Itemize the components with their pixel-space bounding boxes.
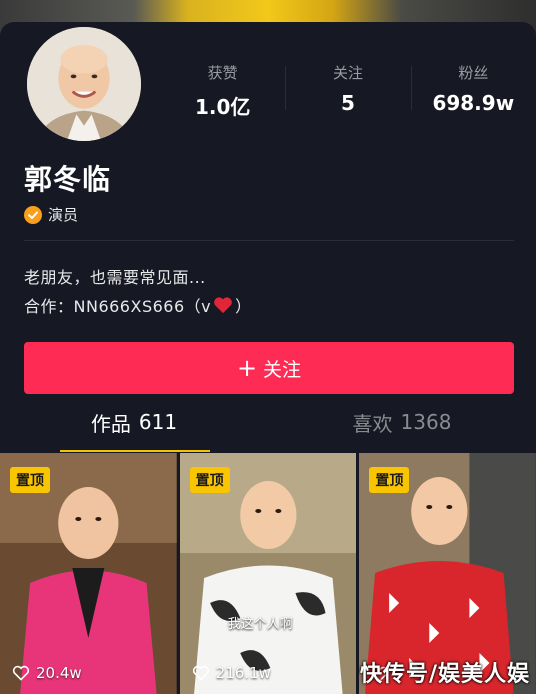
watermark: 快传号/娱美人娱 [359,662,530,687]
plus-icon: + [236,354,258,382]
profile-name: 郭冬临 [24,163,112,196]
tab-label: 喜欢 [352,411,393,436]
tab-count: 611 [138,410,178,434]
tab-indicator [60,450,210,452]
likes-count: 216.1w [215,664,271,682]
collab-text: 合作：NN666XS666（v [24,297,212,316]
tab-works[interactable]: 作品 611 [0,394,268,450]
stat-followers[interactable]: 粉丝 698.9w [410,60,536,124]
pinned-badge: 置顶 [189,467,230,493]
heart-outline-icon [12,665,30,681]
avatar[interactable] [24,24,144,144]
pinned-badge: 置顶 [369,467,410,493]
stat-value: 698.9w [432,91,515,115]
profile-collab: 合作：NN666XS666（v ） [24,293,252,317]
video-thumbnail[interactable]: 置顶 我这个人啊 216.1w [179,453,357,694]
avatar-image [27,27,141,141]
verification-badge: 演员 [24,204,78,225]
tab-label: 作品 [90,411,131,436]
verified-check-icon [24,205,42,224]
tab-count: 1368 [400,410,452,434]
follow-button[interactable]: + 关注 [24,342,514,394]
stats-bar: 获赞 1.0亿 关注 5 粉丝 698.9w [160,60,536,124]
stat-label: 关注 [332,64,363,82]
video-likes: 216.1w [192,664,271,682]
stat-value: 5 [341,91,355,115]
verification-label: 演员 [48,206,79,224]
heart-emoji-icon [214,297,232,314]
stat-likes[interactable]: 获赞 1.0亿 [160,60,285,124]
video-caption: 我这个人啊 [227,617,293,632]
follow-button-label: 关注 [263,358,302,381]
stat-following[interactable]: 关注 5 [285,60,410,124]
content-tabs: 作品 611 喜欢 1368 [0,394,536,450]
stat-value: 1.0亿 [194,95,251,119]
tab-likes[interactable]: 喜欢 1368 [268,394,536,450]
collab-suffix: ） [235,297,252,316]
divider [24,240,514,241]
stat-label: 获赞 [207,64,238,82]
video-thumbnail[interactable]: 置顶 20.4w [0,453,177,694]
likes-count: 20.4w [36,664,82,682]
stat-label: 粉丝 [458,64,489,82]
profile-bio: 老朋友，也需要常见面... [24,268,206,287]
pinned-badge: 置顶 [10,467,50,493]
video-likes: 20.4w [12,664,82,682]
heart-outline-icon [192,665,209,681]
